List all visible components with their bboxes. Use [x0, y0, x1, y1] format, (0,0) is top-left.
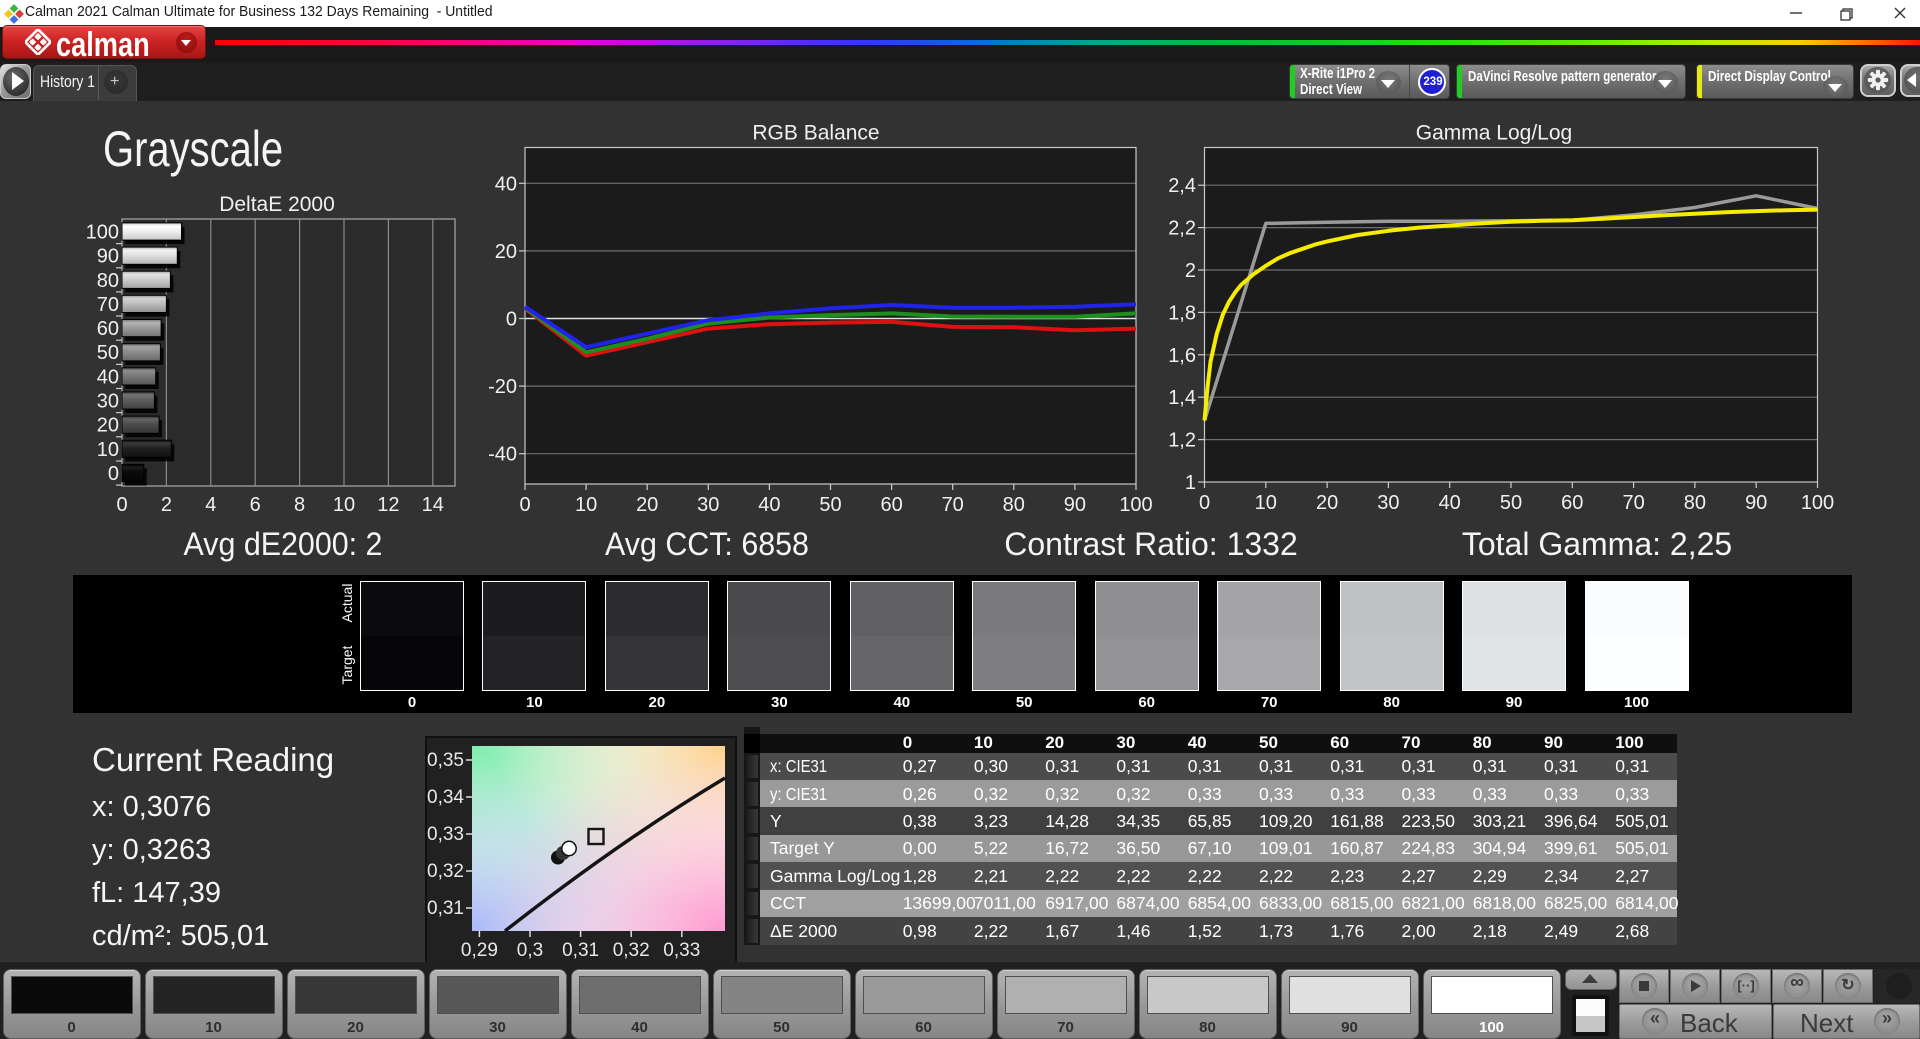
- svg-text:Gamma Log/Log: Gamma Log/Log: [1416, 122, 1572, 145]
- svg-text:12: 12: [377, 494, 399, 516]
- svg-text:0: 0: [519, 494, 530, 516]
- svg-text:60: 60: [97, 318, 119, 340]
- svg-text:0,32: 0,32: [613, 940, 650, 961]
- svg-text:70: 70: [97, 294, 119, 316]
- svg-text:0,33: 0,33: [663, 940, 700, 961]
- svg-text:80: 80: [97, 270, 119, 292]
- svg-text:1,2: 1,2: [1168, 430, 1196, 452]
- svg-text:50: 50: [819, 494, 841, 516]
- svg-text:40: 40: [1439, 492, 1461, 514]
- svg-text:0,33: 0,33: [427, 824, 464, 845]
- svg-text:1,4: 1,4: [1168, 387, 1196, 409]
- svg-text:0,35: 0,35: [427, 750, 464, 771]
- svg-text:2: 2: [161, 494, 172, 516]
- svg-text:1,8: 1,8: [1168, 302, 1196, 324]
- svg-text:2,4: 2,4: [1168, 175, 1196, 197]
- svg-text:0: 0: [108, 463, 119, 485]
- svg-text:40: 40: [758, 494, 780, 516]
- svg-text:8: 8: [294, 494, 305, 516]
- svg-text:DeltaE 2000: DeltaE 2000: [219, 193, 335, 216]
- svg-text:90: 90: [97, 246, 119, 268]
- svg-text:80: 80: [1003, 494, 1025, 516]
- svg-text:50: 50: [97, 342, 119, 364]
- svg-text:10: 10: [97, 439, 119, 461]
- svg-text:0,3: 0,3: [517, 940, 543, 961]
- svg-text:30: 30: [697, 494, 719, 516]
- svg-text:100: 100: [86, 222, 119, 244]
- svg-text:100: 100: [1119, 494, 1152, 516]
- svg-text:10: 10: [575, 494, 597, 516]
- svg-text:60: 60: [1561, 492, 1583, 514]
- svg-text:40: 40: [495, 173, 517, 195]
- svg-text:20: 20: [495, 241, 517, 263]
- svg-text:RGB Balance: RGB Balance: [752, 122, 879, 145]
- svg-text:70: 70: [942, 494, 964, 516]
- svg-text:70: 70: [1622, 492, 1644, 514]
- svg-text:0,31: 0,31: [427, 898, 464, 919]
- svg-text:20: 20: [1316, 492, 1338, 514]
- svg-text:20: 20: [97, 415, 119, 437]
- svg-text:-40: -40: [488, 444, 517, 466]
- svg-text:0,32: 0,32: [427, 861, 464, 882]
- svg-text:1: 1: [1185, 472, 1196, 494]
- svg-text:0,31: 0,31: [562, 940, 599, 961]
- svg-text:2,2: 2,2: [1168, 218, 1196, 240]
- svg-text:30: 30: [1377, 492, 1399, 514]
- svg-text:40: 40: [97, 366, 119, 388]
- svg-text:50: 50: [1500, 492, 1522, 514]
- svg-text:60: 60: [880, 494, 902, 516]
- svg-text:0,34: 0,34: [427, 787, 464, 808]
- svg-text:0: 0: [116, 494, 127, 516]
- svg-text:100: 100: [1801, 492, 1834, 514]
- svg-text:6: 6: [250, 494, 261, 516]
- svg-text:10: 10: [1255, 492, 1277, 514]
- svg-text:90: 90: [1745, 492, 1767, 514]
- svg-text:0,29: 0,29: [461, 940, 498, 961]
- svg-text:10: 10: [333, 494, 355, 516]
- svg-text:2: 2: [1185, 260, 1196, 282]
- svg-text:0: 0: [506, 309, 517, 331]
- svg-text:4: 4: [205, 494, 216, 516]
- svg-text:0: 0: [1199, 492, 1210, 514]
- svg-text:1,6: 1,6: [1168, 345, 1196, 367]
- svg-text:-20: -20: [488, 376, 517, 398]
- svg-text:30: 30: [97, 391, 119, 413]
- svg-text:14: 14: [422, 494, 444, 516]
- svg-text:80: 80: [1684, 492, 1706, 514]
- svg-text:90: 90: [1064, 494, 1086, 516]
- svg-text:20: 20: [636, 494, 658, 516]
